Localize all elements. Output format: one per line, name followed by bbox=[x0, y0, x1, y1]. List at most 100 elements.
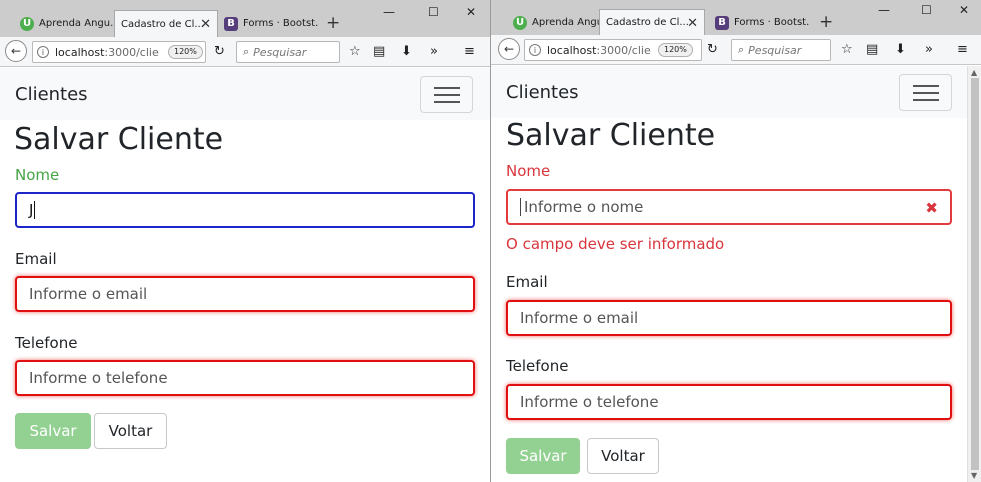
scrollbar-thumb[interactable] bbox=[971, 78, 979, 470]
bootstrap-favicon-icon: B bbox=[224, 16, 238, 31]
tab-label: Forms · Bootst... bbox=[734, 17, 809, 28]
menu-icon[interactable]: ≡ bbox=[957, 42, 968, 57]
close-window-icon[interactable]: ✕ bbox=[959, 3, 969, 17]
tab-forms-bootstrap[interactable]: B Forms · Bootst... bbox=[218, 10, 318, 37]
navbar-toggler-button[interactable] bbox=[899, 74, 952, 111]
phone-label: Telefone bbox=[506, 357, 569, 375]
text-caret bbox=[34, 201, 36, 219]
maximize-icon[interactable]: ☐ bbox=[428, 5, 439, 19]
new-tab-icon[interactable]: + bbox=[326, 13, 340, 33]
back-button[interactable]: Voltar bbox=[94, 413, 167, 449]
browser-window-left: U Aprenda Angu... Cadastro de Cl... ✕ B … bbox=[0, 0, 490, 482]
minimize-icon[interactable]: — bbox=[383, 5, 395, 19]
download-icon[interactable]: ⬇ bbox=[895, 42, 906, 57]
zoom-indicator[interactable]: 120% bbox=[658, 43, 693, 57]
search-input[interactable]: ⌕ Pesquisar bbox=[236, 41, 340, 63]
new-tab-icon[interactable]: + bbox=[819, 12, 833, 32]
navbar-brand[interactable]: Clientes bbox=[506, 82, 579, 103]
bookmark-star-icon[interactable]: ☆ bbox=[841, 42, 853, 57]
page-title: Salvar Cliente bbox=[14, 122, 224, 157]
tab-label: Aprenda Angu... bbox=[39, 18, 114, 29]
tab-strip: U Aprenda Angu... Cadastro de Cl... ✕ B … bbox=[491, 0, 981, 35]
tab-aprenda-angular[interactable]: U Aprenda Angu... bbox=[507, 9, 599, 36]
scroll-up-icon[interactable]: ▲ bbox=[971, 68, 977, 77]
bootstrap-favicon-icon: B bbox=[715, 15, 729, 30]
app-navbar: Clientes bbox=[491, 66, 967, 118]
navbar-toggler-button[interactable] bbox=[420, 76, 473, 113]
name-field[interactable]: Informe o nome ✖ bbox=[506, 189, 952, 225]
overflow-chevron-icon[interactable]: » bbox=[430, 44, 438, 59]
phone-field[interactable]: Informe o telefone bbox=[506, 384, 952, 420]
search-icon: ⌕ bbox=[243, 45, 250, 58]
minimize-icon[interactable]: — bbox=[878, 3, 890, 17]
hamburger-icon bbox=[913, 85, 939, 87]
tab-label: Cadastro de Cl... bbox=[606, 17, 689, 28]
bookmark-star-icon[interactable]: ☆ bbox=[349, 44, 361, 59]
hamburger-icon bbox=[434, 87, 460, 89]
menu-icon[interactable]: ≡ bbox=[464, 44, 475, 59]
tab-label: Forms · Bootst... bbox=[243, 18, 318, 29]
navbar-brand[interactable]: Clientes bbox=[15, 84, 88, 105]
search-input[interactable]: ⌕ Pesquisar bbox=[731, 39, 831, 61]
phone-placeholder: Informe o telefone bbox=[29, 369, 168, 387]
tab-strip: U Aprenda Angu... Cadastro de Cl... ✕ B … bbox=[0, 0, 490, 37]
close-window-icon[interactable]: ✕ bbox=[466, 5, 476, 19]
close-tab-icon[interactable]: ✕ bbox=[687, 16, 698, 31]
tab-cadastro-clientes[interactable]: Cadastro de Cl... ✕ bbox=[599, 9, 705, 35]
name-field[interactable]: J bbox=[15, 192, 475, 228]
maximize-icon[interactable]: ☐ bbox=[921, 3, 932, 17]
search-placeholder: Pesquisar bbox=[748, 43, 802, 57]
tab-label: Cadastro de Cl... bbox=[121, 18, 204, 30]
close-tab-icon[interactable]: ✕ bbox=[200, 17, 211, 32]
tab-aprenda-angular[interactable]: U Aprenda Angu... bbox=[14, 10, 114, 37]
email-placeholder: Informe o email bbox=[520, 309, 639, 327]
reload-icon[interactable]: ↻ bbox=[214, 44, 225, 59]
name-label: Nome bbox=[15, 166, 60, 184]
search-icon: ⌕ bbox=[738, 43, 745, 56]
nav-toolbar: ← i localhost:3000/clie 120% ↻ ⌕ Pesquis… bbox=[491, 35, 981, 65]
name-value: J bbox=[29, 201, 34, 219]
email-field[interactable]: Informe o email bbox=[15, 276, 475, 312]
url-host: localhost bbox=[55, 45, 105, 59]
vertical-scrollbar[interactable]: ▲ ▼ bbox=[967, 66, 981, 482]
nav-toolbar: ← i localhost:3000/clie 120% ↻ ⌕ Pesquis… bbox=[0, 37, 490, 67]
save-button[interactable]: Salvar bbox=[506, 438, 580, 474]
phone-field[interactable]: Informe o telefone bbox=[15, 360, 475, 396]
app-navbar: Clientes bbox=[0, 68, 490, 120]
phone-label: Telefone bbox=[15, 334, 78, 352]
page-content: Clientes Salvar Cliente Nome J Email Inf… bbox=[0, 68, 490, 482]
url-path: :3000/clie bbox=[104, 45, 159, 59]
reader-list-icon[interactable]: ▤ bbox=[866, 42, 878, 57]
url-host: localhost bbox=[547, 43, 597, 57]
zoom-indicator[interactable]: 120% bbox=[168, 45, 203, 59]
page-content: Clientes Salvar Cliente Nome Informe o n… bbox=[491, 66, 967, 482]
reload-icon[interactable]: ↻ bbox=[707, 42, 718, 57]
back-button[interactable]: Voltar bbox=[587, 438, 659, 474]
download-icon[interactable]: ⬇ bbox=[401, 44, 412, 59]
scroll-down-icon[interactable]: ▼ bbox=[971, 471, 977, 480]
email-placeholder: Informe o email bbox=[29, 285, 148, 303]
info-icon[interactable]: i bbox=[529, 44, 541, 56]
save-button[interactable]: Salvar bbox=[15, 413, 91, 449]
invalid-x-icon: ✖ bbox=[925, 199, 938, 217]
email-label: Email bbox=[15, 250, 57, 268]
udemy-favicon-icon: U bbox=[513, 15, 527, 30]
phone-placeholder: Informe o telefone bbox=[520, 393, 659, 411]
name-error-message: O campo deve ser informado bbox=[506, 235, 725, 253]
info-icon[interactable]: i bbox=[37, 46, 49, 58]
udemy-favicon-icon: U bbox=[20, 16, 34, 31]
tab-cadastro-clientes[interactable]: Cadastro de Cl... ✕ bbox=[114, 10, 218, 37]
browser-window-right: U Aprenda Angu... Cadastro de Cl... ✕ B … bbox=[490, 0, 981, 482]
url-path: :3000/clie bbox=[596, 43, 651, 57]
tab-label: Aprenda Angu... bbox=[532, 17, 599, 28]
back-icon[interactable]: ← bbox=[498, 38, 520, 60]
tab-forms-bootstrap[interactable]: B Forms · Bootst... bbox=[709, 9, 809, 36]
search-placeholder: Pesquisar bbox=[253, 45, 307, 59]
email-field[interactable]: Informe o email bbox=[506, 300, 952, 336]
email-label: Email bbox=[506, 273, 548, 291]
text-caret bbox=[520, 198, 521, 216]
reader-list-icon[interactable]: ▤ bbox=[373, 44, 385, 59]
overflow-chevron-icon[interactable]: » bbox=[925, 42, 933, 57]
back-icon[interactable]: ← bbox=[5, 40, 27, 62]
name-label: Nome bbox=[506, 162, 551, 180]
